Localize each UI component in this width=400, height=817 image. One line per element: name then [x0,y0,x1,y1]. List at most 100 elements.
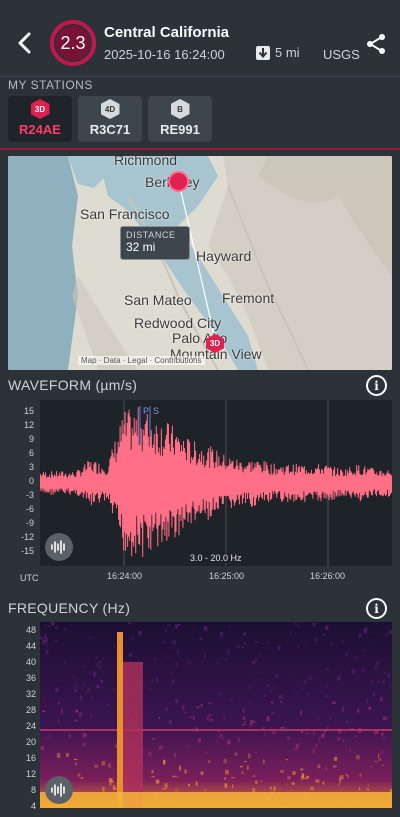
spectrogram-cell [248,753,251,759]
y-tick: 48 [25,625,36,635]
spectrogram-cell [68,734,72,738]
spectrogram-cell [266,716,270,721]
spectrogram-cell [241,646,244,649]
spectrogram-cell [337,675,341,681]
spectrogram-cell [248,685,250,691]
y-tick: 12 [25,769,36,779]
spectrogram-cell [260,780,262,783]
spectrogram-cell [55,687,59,692]
spectrogram-cell [45,705,48,707]
spectrogram-cell [317,764,321,769]
spectrogram-cell [42,747,44,753]
spectrogram-cell [203,653,206,659]
spectrogram-cell [93,673,97,677]
spectrogram-cell [112,688,117,692]
utc-label: UTC [20,573,39,583]
spectrogram-cell [242,642,247,644]
spectrogram-cell [321,633,325,636]
spectrogram-cell [66,665,69,668]
frequency-info-icon[interactable]: i [366,598,387,619]
station-tab-r3c71[interactable]: 4D R3C71 [78,96,142,142]
spectrogram-cell [51,622,55,626]
spectrogram-cell [148,751,152,756]
spectrogram-cell [47,625,50,628]
spectrogram-cell [292,749,297,751]
spectrogram-cell [95,656,98,659]
spectrogram-cell [334,707,337,709]
spectrogram-cell [314,637,318,643]
spectrogram-cell [300,710,303,716]
waveform-title: WAVEFORM (µm/s) [8,377,138,393]
spectrogram-cell [244,721,246,723]
spectrogram-cell [231,777,235,779]
spectrogram-cell [358,742,361,745]
spectrogram-cell [347,775,350,778]
spectrogram-cell [54,639,58,642]
spectrogram-cell [366,788,370,791]
sound-wave-icon[interactable] [45,776,73,804]
spectrogram-cell [231,698,234,700]
y-tick: -9 [25,518,34,528]
spectrogram-cell [281,685,283,687]
spectrogram-cell [60,708,64,714]
sound-wave-icon[interactable] [45,533,73,561]
spectrogram-cell [260,671,263,673]
spectrogram-cell [151,769,154,774]
spectrogram-cell [382,716,387,720]
spectrogram-cell [378,753,380,759]
spectrogram-cell [285,665,288,667]
spectrogram-cell [162,788,166,790]
spectrogram-cell [45,643,48,647]
spectrogram-cell [357,709,360,713]
spectrogram-cell [165,629,167,632]
spectrogram-cell [93,671,97,674]
spectrogram-cell [336,737,341,741]
spectrogram-cell [365,657,367,661]
spectrogram-cell [147,688,152,690]
spectrogram-cell [43,696,46,699]
spectrogram-cell [269,786,272,790]
spectrogram-cell [255,658,258,662]
spectrogram-plot[interactable] [40,622,392,808]
y-tick: 40 [25,657,36,667]
spectrogram-cell [242,716,246,720]
spectrogram-cell [354,735,358,738]
spectrogram-cell [273,786,276,791]
waveform-info-icon[interactable]: i [366,375,387,396]
station-code: RE991 [160,122,200,137]
spectrogram-cell [221,737,224,740]
distance-callout-label: DISTANCE [126,230,176,240]
share-icon[interactable] [364,32,388,56]
station-tab-re991[interactable]: B RE991 [148,96,212,142]
spectrogram-cell [325,625,329,630]
spectrogram-cell [359,773,362,777]
spectrogram-cell [374,665,377,670]
map-view[interactable]: Richmond Berkeley San Francisco Hayward … [8,156,392,370]
epicenter-marker[interactable] [168,171,189,192]
spectrogram-cell [184,769,187,774]
spectrogram-cell [164,783,167,788]
spectrogram-cell [40,636,43,640]
station-tab-r24ae[interactable]: 3D R24AE [8,96,72,142]
spectrogram-cell [225,769,229,775]
spectrogram-cell [358,633,362,638]
spectrogram-cell [81,687,84,690]
spectrogram-cell [95,703,97,705]
spectrogram-cell [92,684,95,687]
spectrogram-cell [310,677,313,680]
spectrogram-cell [148,714,151,716]
y-tick: 24 [25,721,36,731]
spectrogram-cell [44,633,47,638]
waveform-plot[interactable]: P S 3.0 - 20.0 Hz [39,400,393,566]
back-chevron-icon[interactable] [10,26,38,60]
spectrogram-cell [254,721,256,723]
spectrogram-cell [380,749,384,755]
spectrogram-cell [55,625,57,627]
spectrogram-cell [203,626,208,631]
distance-text: 5 mi [275,45,300,60]
spectrogram-cell [305,732,309,734]
spectrogram-cell [66,752,69,758]
map-credit[interactable]: Map · Data · Legal · Contributions [78,356,205,365]
spectrogram-cell [272,686,275,689]
spectrogram-cell [315,743,318,748]
